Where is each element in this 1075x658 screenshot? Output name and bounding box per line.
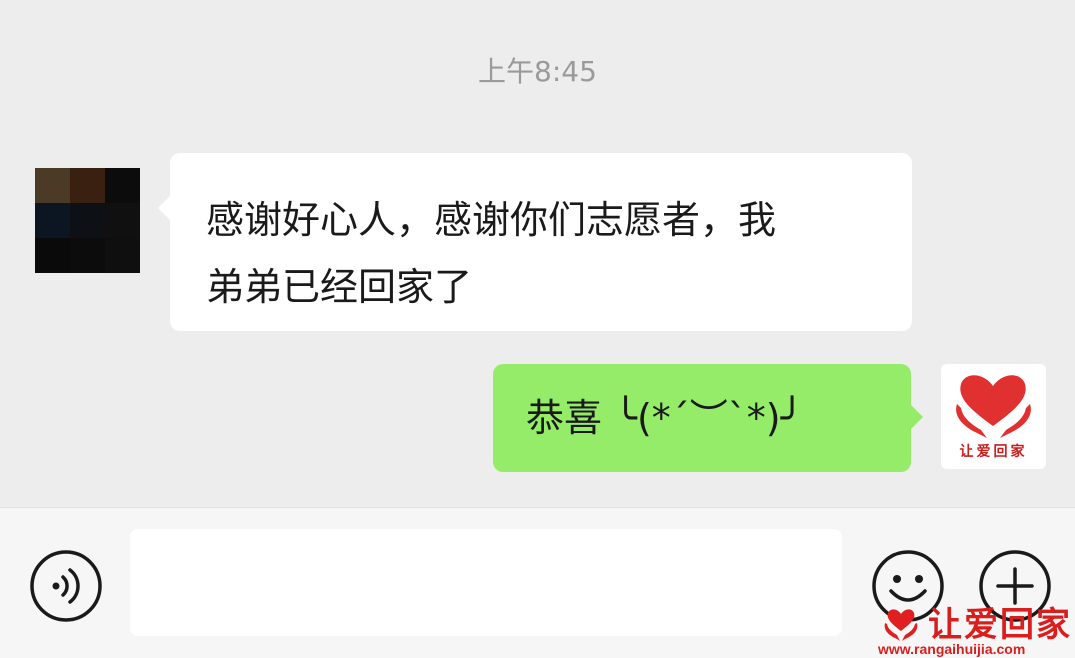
heart-hands-watermark-icon: [884, 609, 918, 641]
message-timestamp: 上午8:45: [478, 55, 597, 88]
chat-area[interactable]: 上午8:45 感谢好心人，感谢你们志愿者，我 弟弟已经回家了 恭喜 ╰(*´︶`…: [0, 0, 1075, 507]
outgoing-message-bubble[interactable]: 恭喜 ╰(*´︶`*)╯: [493, 364, 923, 472]
message-text: 恭喜 ╰(*´︶`*)╯: [526, 396, 804, 440]
message-text-line: 弟弟已经回家了: [206, 265, 473, 309]
contact-avatar[interactable]: [35, 168, 140, 273]
incoming-message-bubble[interactable]: 感谢好心人，感谢你们志愿者，我 弟弟已经回家了: [158, 153, 912, 331]
voice-icon: [30, 550, 102, 622]
self-avatar[interactable]: 让爱回家: [941, 364, 1046, 469]
watermark-url: www.rangaihuijia.com: [878, 641, 1026, 657]
avatar-logo-text: 让爱回家: [959, 444, 1028, 460]
watermark-title: 让爱回家: [928, 605, 1072, 645]
message-input[interactable]: [130, 529, 842, 636]
watermark: 让爱回家 www.rangaihuijia.com: [876, 603, 1072, 657]
voice-button[interactable]: [29, 549, 103, 623]
message-text-line: 感谢好心人，感谢你们志愿者，我: [206, 198, 777, 242]
